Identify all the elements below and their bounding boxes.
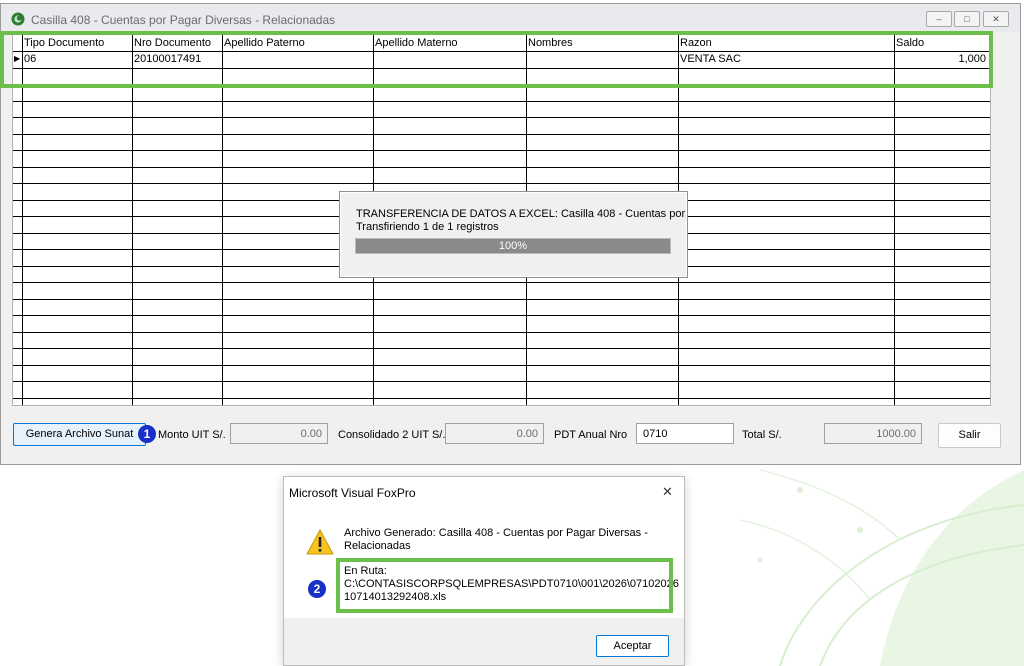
current-row-marker: ▶ [14, 54, 21, 63]
window-title: Casilla 408 - Cuentas por Pagar Diversas… [31, 13, 336, 27]
total-label: Total S/. [742, 429, 782, 441]
column-header[interactable]: Apellido Materno [375, 37, 458, 49]
monto-uit-label: Monto UIT S/. [158, 429, 226, 441]
column-header[interactable]: Tipo Documento [24, 37, 104, 49]
maximize-button[interactable]: □ [954, 11, 980, 27]
column-header[interactable]: Saldo [896, 37, 924, 49]
path-line-1: C:\CONTASISCORPSQLEMPRESAS\PDT0710\001\2… [344, 578, 679, 590]
progress-title: TRANSFERENCIA DE DATOS A EXCEL: Casilla … [356, 208, 686, 220]
progress-dialog: TRANSFERENCIA DE DATOS A EXCEL: Casilla … [339, 191, 688, 278]
warning-icon [306, 529, 334, 555]
monto-uit-field[interactable]: 0.00 [230, 423, 328, 444]
consolidado-field[interactable]: 0.00 [445, 423, 544, 444]
generate-sunat-button[interactable]: Genera Archivo Sunat [13, 423, 146, 446]
column-header[interactable]: Apellido Paterno [224, 37, 305, 49]
message-line-1: Archivo Generado: Casilla 408 - Cuentas … [344, 527, 648, 539]
message-line-2: Relacionadas [344, 540, 411, 552]
title-bar: Casilla 408 - Cuentas por Pagar Diversas… [1, 4, 1020, 32]
close-button[interactable]: ✕ [983, 11, 1009, 27]
column-header[interactable]: Nombres [528, 37, 573, 49]
column-header[interactable]: Nro Documento [134, 37, 211, 49]
progress-percent: 100% [498, 240, 528, 252]
message-title-bar: Microsoft Visual FoxPro ✕ [284, 477, 684, 507]
message-body: Archivo Generado: Casilla 408 - Cuentas … [284, 507, 684, 618]
app-logo-icon [11, 12, 25, 26]
progress-detail: Transfiriendo 1 de 1 registros [356, 221, 499, 233]
pdt-field[interactable]: 0710 [636, 423, 734, 444]
message-close-button[interactable]: ✕ [662, 484, 673, 500]
exit-button[interactable]: Salir [938, 423, 1001, 448]
minimize-button[interactable]: – [926, 11, 952, 27]
table-cell[interactable]: 06 [24, 53, 36, 65]
column-header[interactable]: Razon [680, 37, 712, 49]
accept-button[interactable]: Aceptar [596, 635, 669, 657]
progress-bar: 100% [355, 238, 671, 254]
main-window: Casilla 408 - Cuentas por Pagar Diversas… [0, 3, 1021, 465]
table-cell[interactable]: 20100017491 [134, 53, 201, 65]
bottom-toolbar: Genera Archivo Sunat 1 Monto UIT S/. 0.0… [1, 421, 1020, 451]
message-title: Microsoft Visual FoxPro [289, 486, 416, 500]
message-dialog: Microsoft Visual FoxPro ✕ Archivo Genera… [283, 476, 685, 666]
total-field[interactable]: 1000.00 [824, 423, 922, 444]
step-badge-1: 1 [138, 425, 156, 443]
table-cell[interactable]: 1,000 [894, 53, 986, 65]
path-label: En Ruta: [344, 565, 387, 577]
path-line-2: 10714013292408.xls [344, 591, 447, 603]
consolidado-label: Consolidado 2 UIT S/. [338, 429, 446, 441]
pdt-label: PDT Anual Nro [554, 429, 628, 441]
step-badge-2: 2 [308, 580, 326, 598]
table-cell[interactable]: VENTA SAC [680, 53, 741, 65]
